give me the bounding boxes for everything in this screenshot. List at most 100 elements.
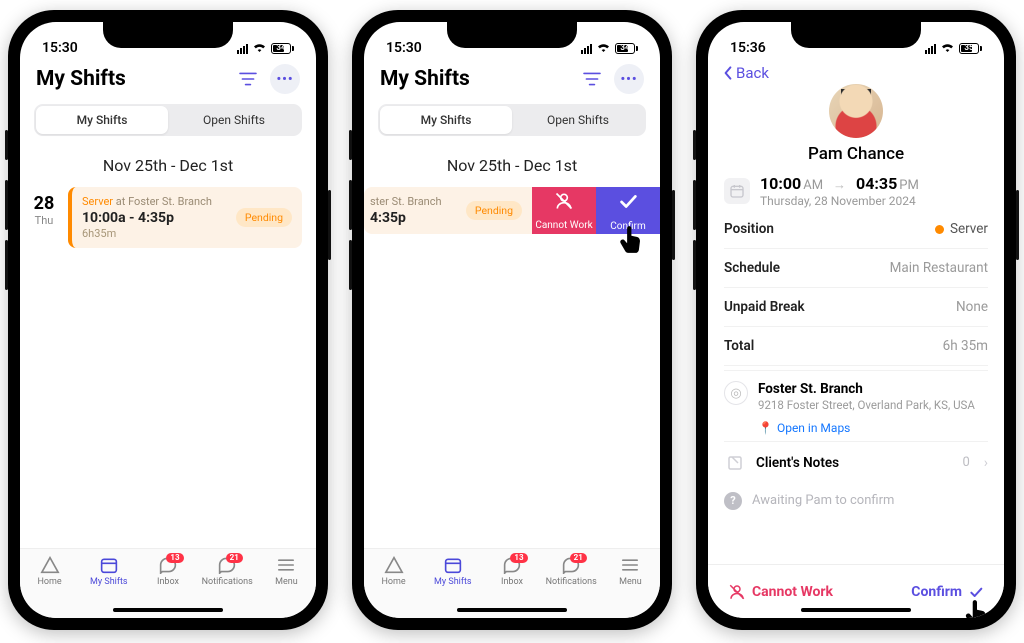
shift-row: 28 Thu Server at Foster St. Branch 10:00… [20,187,316,248]
page-header: My Shifts ••• [20,58,316,98]
tab-my-shifts[interactable]: My Shifts [380,106,512,134]
tab-myshifts[interactable]: My Shifts [423,555,482,587]
filter-icon[interactable] [234,65,262,93]
home-indicator[interactable] [801,608,911,612]
signal-icon [237,44,248,54]
notch [791,22,921,48]
calendar-icon [98,555,120,575]
date-long: Thursday, 28 November 2024 [760,194,988,208]
tab-open-shifts[interactable]: Open Shifts [168,106,300,134]
page-title: My Shifts [380,67,470,91]
notes-count: 0 [962,455,969,470]
info-icon: ? [724,492,742,510]
status-badge: Pending [466,201,522,220]
signal-icon [925,44,936,54]
clients-notes-row[interactable]: Client's Notes 0 › [724,441,988,484]
person-slash-icon [554,191,574,216]
status-time: 15:30 [42,40,78,56]
time-block: 10:00AM → 04:35PM Thursday, 28 November … [724,172,988,210]
page-header: My Shifts ••• [364,58,660,98]
tap-cursor-icon [964,598,988,619]
tab-inbox[interactable]: 13 Inbox [138,555,197,587]
notch [103,22,233,48]
home-indicator[interactable] [457,608,567,612]
confirm-button[interactable]: Confirm [911,584,984,600]
cannot-work-button[interactable]: Cannot Work [532,187,596,234]
status-time: 15:36 [730,40,766,56]
row-break: Unpaid Break None [724,288,988,327]
location-icon: ◎ [724,381,748,405]
battery-icon: 34 [615,43,638,54]
person-slash-icon [728,583,746,601]
wifi-icon [940,41,955,56]
role-color-dot [935,225,944,234]
inbox-badge: 13 [510,553,527,563]
segmented-control: My Shifts Open Shifts [378,104,646,136]
row-schedule: Schedule Main Restaurant [724,249,988,288]
home-icon [383,555,405,575]
menu-icon [275,555,297,575]
date-range: Nov 25th - Dec 1st [20,142,316,187]
tab-home[interactable]: Home [20,555,79,587]
map-pin-icon: 📍 [758,421,773,435]
day-column: 28 Thu [20,187,68,248]
menu-icon [619,555,641,575]
shift-card[interactable]: Server at Foster St. Branch 10:00a - 4:3… [68,187,302,248]
status-badge: Pending [236,208,292,227]
confirm-button[interactable]: Confirm [596,187,660,234]
phone-frame-3: 15:36 35 Back Pam Chance 10:00AM [696,10,1016,630]
tab-inbox[interactable]: 13Inbox [482,555,541,587]
shift-role-line: ster St. Branch [370,195,466,208]
tab-notifications[interactable]: 21Notifications [542,555,601,587]
segmented-control: My Shifts Open Shifts [34,104,302,136]
note-icon [724,452,746,474]
notch [447,22,577,48]
chevron-right-icon: › [984,455,988,471]
tap-cursor-icon [618,224,642,252]
inbox-badge: 13 [166,553,183,563]
tab-menu[interactable]: Menu [257,555,316,587]
row-total: Total 6h 35m [724,327,988,366]
home-indicator[interactable] [113,608,223,612]
day-name: Thu [20,214,68,227]
phone-frame-2: 15:30 34 My Shifts ••• My Shifts Open Sh… [352,10,672,630]
tab-open-shifts[interactable]: Open Shifts [512,106,644,134]
battery-icon: 34 [271,43,294,54]
page-title: My Shifts [36,67,126,91]
shift-duration: 6h35m [82,227,236,240]
more-icon[interactable]: ••• [614,64,644,94]
signal-icon [581,44,592,54]
time-range: 10:00AM → 04:35PM [760,174,988,193]
row-position: Position Server [724,210,988,249]
day-number: 28 [20,193,68,214]
calendar-icon [724,178,750,204]
location-address: 9218 Foster Street, Overland Park, KS, U… [758,398,988,413]
wifi-icon [596,41,611,56]
cannot-work-button[interactable]: Cannot Work [728,583,833,601]
location-block: ◎ Foster St. Branch 9218 Foster Street, … [724,370,988,441]
check-icon [617,190,639,217]
home-icon [39,555,61,575]
avatar [829,84,883,138]
tab-notifications[interactable]: 21 Notifications [198,555,257,587]
chevron-left-icon [722,65,734,81]
notif-badge: 21 [570,553,587,563]
tab-menu[interactable]: Menu [601,555,660,587]
wifi-icon [252,41,267,56]
location-name: Foster St. Branch [758,381,988,397]
tab-myshifts[interactable]: My Shifts [79,555,138,587]
profile-header: Pam Chance [708,84,1004,172]
phone-frame-1: 15:30 34 My Shifts ••• My Shifts [8,10,328,630]
notif-badge: 21 [226,553,243,563]
tab-my-shifts[interactable]: My Shifts [36,106,168,134]
filter-icon[interactable] [578,65,606,93]
status-time: 15:30 [386,40,422,56]
battery-icon: 35 [959,43,982,54]
more-icon[interactable]: ••• [270,64,300,94]
shift-row-swiped: ster St. Branch 4:35p Pending Cannot Wor… [364,187,660,234]
tab-home[interactable]: Home [364,555,423,587]
back-button[interactable]: Back [708,58,1004,84]
shift-role-line: Server at Foster St. Branch [82,195,236,208]
open-in-maps-link[interactable]: 📍 Open in Maps [758,421,988,435]
shift-card[interactable]: ster St. Branch 4:35p Pending [364,187,532,234]
